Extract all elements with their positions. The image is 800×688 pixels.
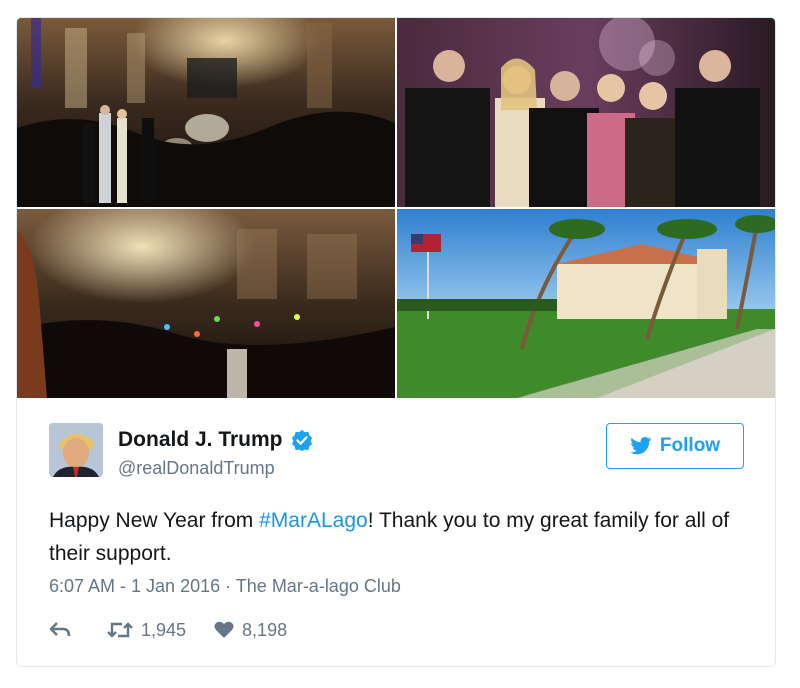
meta-separator: · <box>220 576 236 596</box>
verified-badge-icon <box>291 429 312 451</box>
tweet-text-start: Happy New Year from <box>49 509 260 532</box>
like-button[interactable]: 8,198 <box>214 620 287 641</box>
crowd-concert-photo[interactable] <box>17 209 395 398</box>
location-link[interactable]: The Mar-a-lago Club <box>236 576 401 596</box>
estate-exterior-photo[interactable] <box>397 209 775 398</box>
tweet-actions: 1,945 8,198 <box>49 618 287 642</box>
timestamp-link[interactable]: 6:07 AM - 1 Jan 2016 <box>49 576 220 596</box>
author-name[interactable]: Donald J. Trump <box>118 428 283 452</box>
tweet-text: Happy New Year from #MarALago! Thank you… <box>49 504 769 570</box>
tweet-meta: 6:07 AM - 1 Jan 2016 · The Mar-a-lago Cl… <box>49 576 401 597</box>
retweet-count: 1,945 <box>141 619 187 640</box>
retweet-button[interactable]: 1,945 <box>107 620 186 641</box>
family-group-photo[interactable] <box>397 18 775 207</box>
follow-label: Follow <box>659 435 721 456</box>
follow-button[interactable]: Follow <box>606 423 744 469</box>
reply-button[interactable] <box>49 621 71 639</box>
like-count: 8,198 <box>242 619 288 640</box>
reply-icon <box>49 622 71 637</box>
party-ballroom-photo[interactable] <box>17 18 395 207</box>
twitter-bird-icon <box>630 437 652 455</box>
hashtag-link[interactable]: #MarALago <box>259 509 368 532</box>
photo-grid <box>17 18 775 398</box>
retweet-icon <box>107 622 133 638</box>
tweet-card: Donald J. Trump @realDonaldTrump Follow … <box>16 17 776 667</box>
heart-icon <box>214 621 234 638</box>
author-handle[interactable]: @realDonaldTrump <box>118 458 275 479</box>
avatar[interactable] <box>49 423 103 477</box>
author-name-row[interactable]: Donald J. Trump <box>118 428 313 452</box>
